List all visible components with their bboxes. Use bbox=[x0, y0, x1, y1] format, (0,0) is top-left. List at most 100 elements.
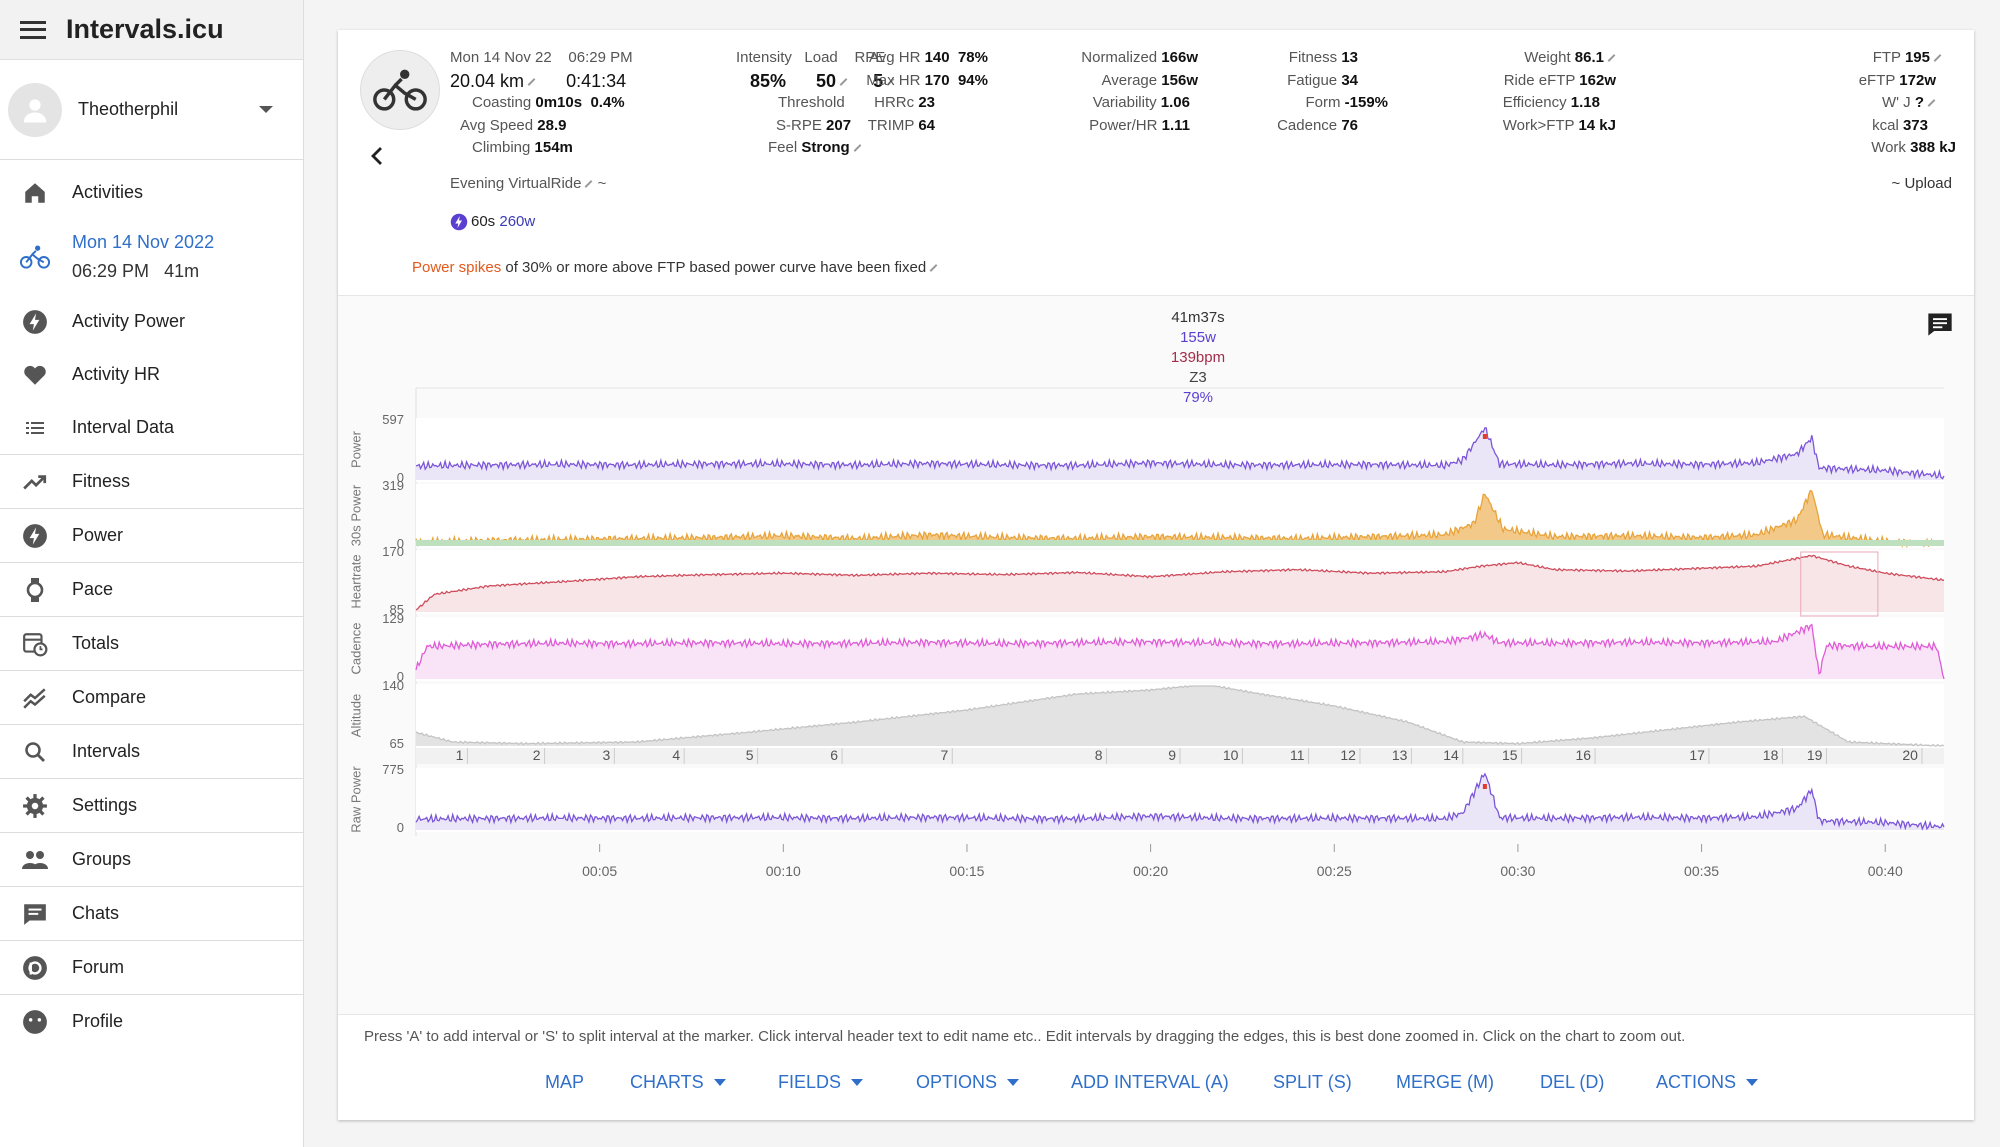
sidebar-item-profile[interactable]: Profile bbox=[0, 995, 303, 1048]
x-tick-label: 00:15 bbox=[949, 863, 985, 879]
km-marker-label: 14 bbox=[1443, 747, 1459, 763]
activity-name[interactable]: Evening VirtualRide ~ bbox=[450, 173, 606, 196]
power-stats: Normalized 166w Average 156w Variability… bbox=[1081, 49, 1198, 134]
merge-button[interactable]: MERGE (M) bbox=[1396, 1072, 1494, 1093]
charts-button[interactable]: CHARTS bbox=[630, 1072, 704, 1093]
sidebar-item-forum[interactable]: Forum bbox=[0, 941, 303, 994]
charts-menu[interactable]: CHARTS bbox=[630, 1072, 726, 1093]
sidebar-item-intervals[interactable]: Intervals bbox=[0, 725, 303, 778]
lightning-icon bbox=[20, 307, 50, 337]
panel-label: Altitude bbox=[348, 693, 364, 738]
sidebar-item-power[interactable]: Power bbox=[0, 509, 303, 562]
upload-link[interactable]: ~ Upload bbox=[1892, 173, 1952, 196]
sidebar-item-label: Activities bbox=[72, 182, 144, 202]
bike-icon bbox=[20, 242, 50, 272]
sidebar-item-compare[interactable]: Compare bbox=[0, 671, 303, 724]
sidebar-item-activity-power[interactable]: Activity Power bbox=[0, 295, 303, 348]
sidebar-item-label: Pace bbox=[72, 579, 114, 599]
sidebar-item-fitness[interactable]: Fitness bbox=[0, 455, 303, 508]
split-button[interactable]: SPLIT (S) bbox=[1273, 1072, 1352, 1093]
km-marker-label: 16 bbox=[1575, 747, 1592, 763]
peak-power[interactable]: 60s 260w bbox=[450, 211, 535, 234]
activity-date: Mon 14 Nov 22 bbox=[450, 49, 552, 66]
y-tick-max: 597 bbox=[382, 412, 404, 427]
zone-band bbox=[416, 540, 1944, 546]
sidebar-item-label: Activity HR bbox=[72, 364, 161, 384]
x-tick-label: 00:25 bbox=[1316, 863, 1352, 879]
sidebar-item-pace[interactable]: Pace bbox=[0, 563, 303, 616]
sidebar: Intervals.icu Theotherphil Activities Mo… bbox=[0, 0, 304, 1147]
action-bar: MAP bbox=[545, 1072, 584, 1093]
watch-icon bbox=[20, 575, 50, 605]
spike-marker bbox=[1482, 784, 1487, 789]
sidebar-item-current-activity[interactable]: Mon 14 Nov 2022 06:29 PM 41m bbox=[0, 219, 303, 295]
km-marker-label: 15 bbox=[1502, 747, 1518, 763]
sidebar-item-label: Fitness bbox=[72, 471, 131, 491]
add-interval-button[interactable]: ADD INTERVAL (A) bbox=[1071, 1072, 1229, 1093]
options-menu[interactable]: OPTIONS bbox=[916, 1072, 1020, 1093]
back-chevron-icon[interactable] bbox=[370, 146, 384, 171]
chart-svg[interactable] bbox=[338, 296, 1974, 1016]
km-marker-label: 2 bbox=[532, 747, 541, 763]
delete-button[interactable]: DEL (D) bbox=[1540, 1072, 1604, 1093]
fitness-stats: Fitness 13 Fatigue 34 Form -159% Cadence… bbox=[1277, 49, 1388, 134]
map-button[interactable]: MAP bbox=[545, 1072, 584, 1093]
actions-menu[interactable]: ACTIONS bbox=[1656, 1072, 1759, 1093]
y-tick-max: 140 bbox=[382, 678, 404, 693]
gear-icon bbox=[20, 791, 50, 821]
weight-stats: Weight 86.1 Ride eFTP 162w Efficiency 1.… bbox=[1502, 49, 1616, 134]
x-tick-label: 00:20 bbox=[1133, 863, 1169, 879]
compare-icon bbox=[20, 683, 50, 713]
x-tick-label: 00:30 bbox=[1500, 863, 1536, 879]
sidebar-item-settings[interactable]: Settings bbox=[0, 779, 303, 832]
fields-menu[interactable]: FIELDS bbox=[778, 1072, 864, 1093]
search-icon bbox=[20, 737, 50, 767]
sidebar-item-interval-data[interactable]: Interval Data bbox=[0, 401, 303, 454]
sidebar-item-totals[interactable]: Totals bbox=[0, 617, 303, 670]
chevron-down-icon bbox=[1007, 1079, 1020, 1086]
menu-icon[interactable] bbox=[20, 20, 46, 39]
chevron-down-icon[interactable] bbox=[259, 106, 273, 113]
y-tick-min: 65 bbox=[389, 736, 404, 751]
km-marker-label: 11 bbox=[1290, 747, 1305, 763]
user-name: Theotherphil bbox=[78, 99, 179, 119]
sidebar-item-label: Compare bbox=[72, 687, 147, 707]
sidebar-item-label: Totals bbox=[72, 633, 120, 653]
sidebar-item-activity-hr[interactable]: Activity HR bbox=[0, 348, 303, 401]
activity-time: 06:29 PM bbox=[568, 49, 633, 66]
y-tick-max: 319 bbox=[382, 478, 404, 493]
options-button[interactable]: OPTIONS bbox=[916, 1072, 997, 1093]
actions-button[interactable]: ACTIONS bbox=[1656, 1072, 1736, 1093]
current-activity-meta: 06:29 PM 41m bbox=[72, 261, 200, 281]
list-icon bbox=[20, 413, 50, 443]
lightning-icon bbox=[20, 521, 50, 551]
user-switcher[interactable]: Theotherphil bbox=[0, 60, 303, 160]
km-marker-label: 13 bbox=[1391, 747, 1408, 763]
edit-icon bbox=[929, 264, 938, 272]
activity-card: Mon 14 Nov 22 06:29 PM 20.04 km 0:41:34 … bbox=[338, 30, 1974, 1120]
elapsed-value: 0:41:34 bbox=[566, 70, 627, 91]
edit-icon bbox=[527, 77, 536, 86]
sidebar-item-groups[interactable]: Groups bbox=[0, 833, 303, 886]
lightning-icon bbox=[450, 214, 468, 231]
sidebar-item-label: Settings bbox=[72, 795, 138, 815]
avatar bbox=[8, 82, 62, 137]
sidebar-item-label: Power bbox=[72, 525, 124, 545]
distance-value[interactable]: 20.04 km bbox=[450, 71, 524, 91]
panel-label: Raw Power bbox=[348, 766, 364, 833]
fields-button[interactable]: FIELDS bbox=[778, 1072, 841, 1093]
ftp-stats: FTP 195 eFTP 172w W' J ? kcal 373 Work 3… bbox=[1858, 49, 1956, 156]
km-marker-label: 20 bbox=[1902, 747, 1918, 763]
chevron-down-icon bbox=[851, 1079, 864, 1086]
x-tick-label: 00:35 bbox=[1684, 863, 1720, 879]
sidebar-item-activities[interactable]: Activities bbox=[0, 166, 303, 219]
feel-value[interactable]: Strong bbox=[801, 139, 849, 156]
y-tick-max: 170 bbox=[382, 544, 404, 559]
activity-chart[interactable]: 41m37s 155w 139bpm Z3 79% 597 0 Power 319 0 3… bbox=[338, 295, 1974, 1015]
km-marker-label: 1 bbox=[455, 747, 464, 763]
sidebar-item-label: Forum bbox=[72, 957, 125, 977]
y-tick-max: 775 bbox=[382, 762, 404, 777]
y-tick-max: 129 bbox=[382, 611, 404, 626]
sidebar-item-chats[interactable]: Chats bbox=[0, 887, 303, 940]
chat-icon bbox=[20, 899, 50, 929]
